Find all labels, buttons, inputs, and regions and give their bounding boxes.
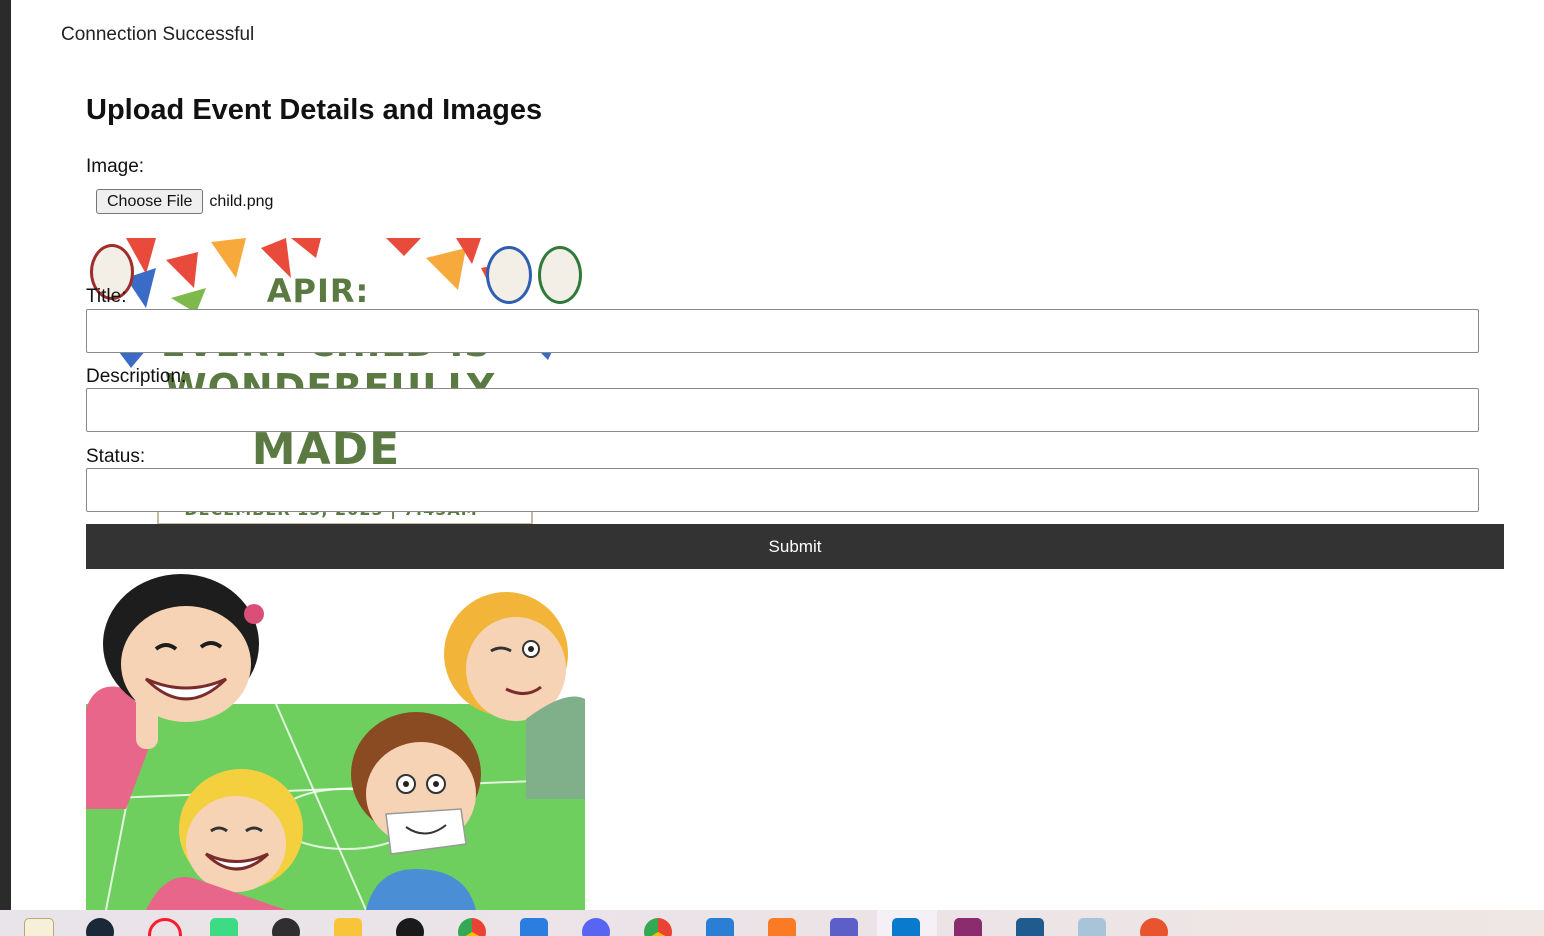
notepad-icon[interactable]: [24, 918, 54, 936]
submit-button[interactable]: Submit: [86, 524, 1504, 569]
steam-icon[interactable]: [86, 918, 114, 936]
description-input[interactable]: [86, 388, 1479, 432]
description-label: Description:: [86, 366, 187, 387]
photos-icon[interactable]: [520, 918, 548, 936]
file-picker: Choose File child.png: [96, 189, 273, 214]
window-edge: [0, 0, 11, 910]
settings-icon[interactable]: [706, 918, 734, 936]
winrar-icon[interactable]: [954, 918, 982, 936]
taskbar: [0, 910, 1544, 936]
mysql-workbench-icon[interactable]: [1016, 918, 1044, 936]
selected-file-name: child.png: [209, 192, 274, 210]
uploaded-image-preview: [86, 569, 585, 910]
obs-icon[interactable]: [272, 918, 300, 936]
opera-icon[interactable]: [148, 918, 182, 936]
title-label: Title:: [86, 286, 127, 307]
page-title: Upload Event Details and Images: [86, 94, 543, 126]
image-label: Image:: [86, 156, 145, 177]
connection-status-text: Connection Successful: [61, 24, 255, 45]
poster-line-apir: APIR:: [266, 272, 370, 310]
status-input[interactable]: [86, 468, 1479, 512]
chrome-alt-icon[interactable]: [644, 918, 672, 936]
git-icon[interactable]: [1140, 918, 1168, 936]
discord-icon[interactable]: [582, 918, 610, 936]
inkscape-icon[interactable]: [396, 918, 424, 936]
chrome-icon[interactable]: [458, 918, 486, 936]
children-illustration: [86, 574, 585, 910]
status-label: Status:: [86, 446, 146, 467]
xampp-icon[interactable]: [768, 918, 796, 936]
android-studio-icon[interactable]: [210, 918, 238, 936]
title-input[interactable]: [86, 309, 1479, 353]
vscode-icon[interactable]: [892, 918, 920, 936]
choose-file-button[interactable]: Choose File: [96, 189, 204, 214]
file-explorer-icon[interactable]: [334, 918, 362, 936]
notepad-plus-icon[interactable]: [1078, 918, 1106, 936]
teams-icon[interactable]: [830, 918, 858, 936]
